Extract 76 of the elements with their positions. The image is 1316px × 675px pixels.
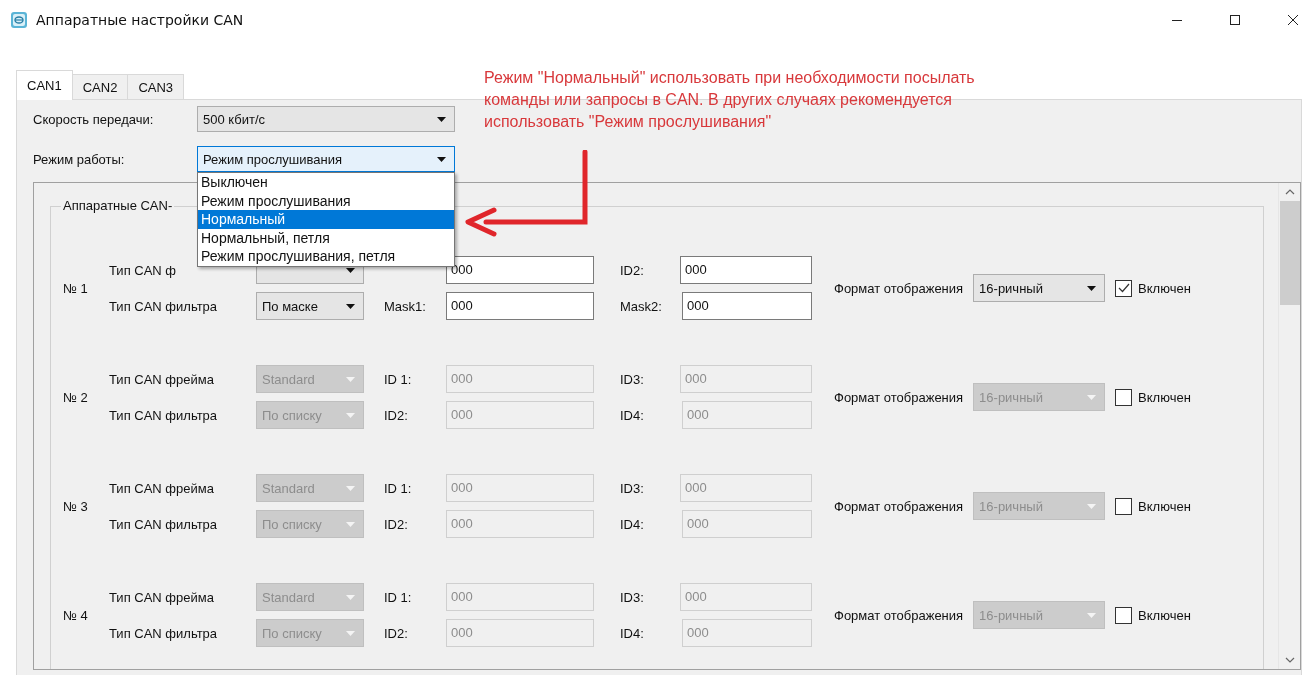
filter-number: № 2 bbox=[62, 389, 89, 405]
filter-number: № 1 bbox=[62, 280, 89, 296]
checkbox[interactable] bbox=[1115, 279, 1133, 297]
field-label: ID4: bbox=[620, 516, 645, 532]
field-label: ID 1: bbox=[384, 480, 413, 496]
annotation-text: Режим "Нормальный" использовать при необходимости посылать команды или запросы в CAN. В других случаях рекомендуется использовать "Режим прослушивания" bbox=[484, 68, 975, 132]
input-field[interactable]: 000 bbox=[682, 292, 812, 320]
caret-icon bbox=[1087, 285, 1097, 291]
field-label: Тип CAN фильтра bbox=[109, 298, 218, 314]
field-label: ID3: bbox=[620, 480, 645, 496]
dropdown[interactable]: 16-ричный bbox=[973, 274, 1106, 302]
dropdown-option[interactable]: Нормальный bbox=[198, 210, 454, 229]
caret-icon bbox=[346, 376, 355, 382]
tab[interactable]: CAN3 bbox=[127, 74, 185, 99]
dropdown[interactable]: Режим прослушивания bbox=[197, 146, 455, 172]
caret-icon bbox=[346, 412, 355, 418]
caret-icon bbox=[346, 521, 355, 527]
field-label: ID4: bbox=[620, 407, 645, 423]
field-label: Режим работы: bbox=[33, 151, 126, 167]
caret-icon bbox=[437, 156, 446, 162]
filter-number: № 3 bbox=[62, 498, 89, 514]
filter-number: № 4 bbox=[62, 607, 89, 623]
dropdown[interactable]: 500 кбит/с bbox=[197, 106, 455, 132]
field-label: ID3: bbox=[620, 589, 645, 605]
field-label: Mask2: bbox=[620, 298, 663, 314]
tab[interactable]: CAN2 bbox=[71, 74, 129, 99]
scrollbar[interactable] bbox=[1278, 183, 1300, 669]
field-label: Включен bbox=[1138, 280, 1191, 296]
field-label: ID3: bbox=[620, 371, 645, 387]
dropdown-option[interactable]: Режим прослушивания bbox=[198, 191, 454, 210]
field-label: Тип CAN фильтра bbox=[109, 516, 218, 532]
field-label: Тип CAN фрейма bbox=[109, 480, 214, 496]
field-label: Формат отображения bbox=[834, 280, 964, 296]
caret-icon bbox=[437, 116, 446, 122]
caret-icon bbox=[346, 303, 355, 309]
dropdown-option[interactable]: Выключен bbox=[198, 173, 454, 192]
dropdown[interactable]: По маске bbox=[256, 292, 364, 320]
input-field[interactable]: 000 bbox=[446, 292, 594, 320]
input-field[interactable]: 000 bbox=[446, 256, 594, 284]
field-label: Тип CAN ф bbox=[109, 262, 177, 278]
field-label: Mask1: bbox=[384, 298, 427, 314]
field-label: ID4: bbox=[620, 625, 645, 641]
scroll-thumb[interactable] bbox=[1279, 201, 1300, 305]
field-label: ID 1: bbox=[384, 371, 413, 387]
tab[interactable]: CAN1 bbox=[16, 70, 73, 100]
field-label: Тип CAN фильтра bbox=[109, 625, 218, 641]
window-title: Аппаратные настройки CAN bbox=[36, 12, 244, 28]
field-label: Включен bbox=[1138, 389, 1191, 405]
caret-icon bbox=[1087, 394, 1097, 400]
field-label: ID2: bbox=[384, 625, 409, 641]
maximize-icon bbox=[1229, 14, 1241, 26]
field-label: ID 1: bbox=[384, 589, 413, 605]
close-icon bbox=[1287, 14, 1299, 26]
field-label: Скорость передачи: bbox=[33, 111, 155, 127]
dropdown-option[interactable]: Нормальный, петля bbox=[198, 228, 454, 247]
caret-icon bbox=[1087, 503, 1097, 509]
group-title: Аппаратные CAN- bbox=[61, 198, 175, 213]
field-label: Включен bbox=[1138, 607, 1191, 623]
input-field[interactable]: 000 bbox=[680, 256, 812, 284]
caret-icon bbox=[346, 630, 355, 636]
field-label: Тип CAN фрейма bbox=[109, 589, 214, 605]
scroll-up-icon[interactable] bbox=[1284, 189, 1295, 195]
caret-icon bbox=[346, 485, 355, 491]
field-label: Формат отображения bbox=[834, 389, 964, 405]
field-label: Тип CAN фрейма bbox=[109, 371, 214, 387]
app-icon bbox=[10, 11, 28, 29]
caret-icon bbox=[1087, 612, 1097, 618]
caret-icon bbox=[346, 594, 355, 600]
field-label: Включен bbox=[1138, 498, 1191, 514]
field-label: Формат отображения bbox=[834, 607, 964, 623]
field-label: ID2: bbox=[384, 407, 409, 423]
field-label: Формат отображения bbox=[834, 498, 964, 514]
field-label: ID2: bbox=[384, 516, 409, 532]
scroll-down-icon[interactable] bbox=[1284, 657, 1295, 663]
field-label: ID2: bbox=[620, 262, 645, 278]
field-label: Тип CAN фильтра bbox=[109, 407, 218, 423]
